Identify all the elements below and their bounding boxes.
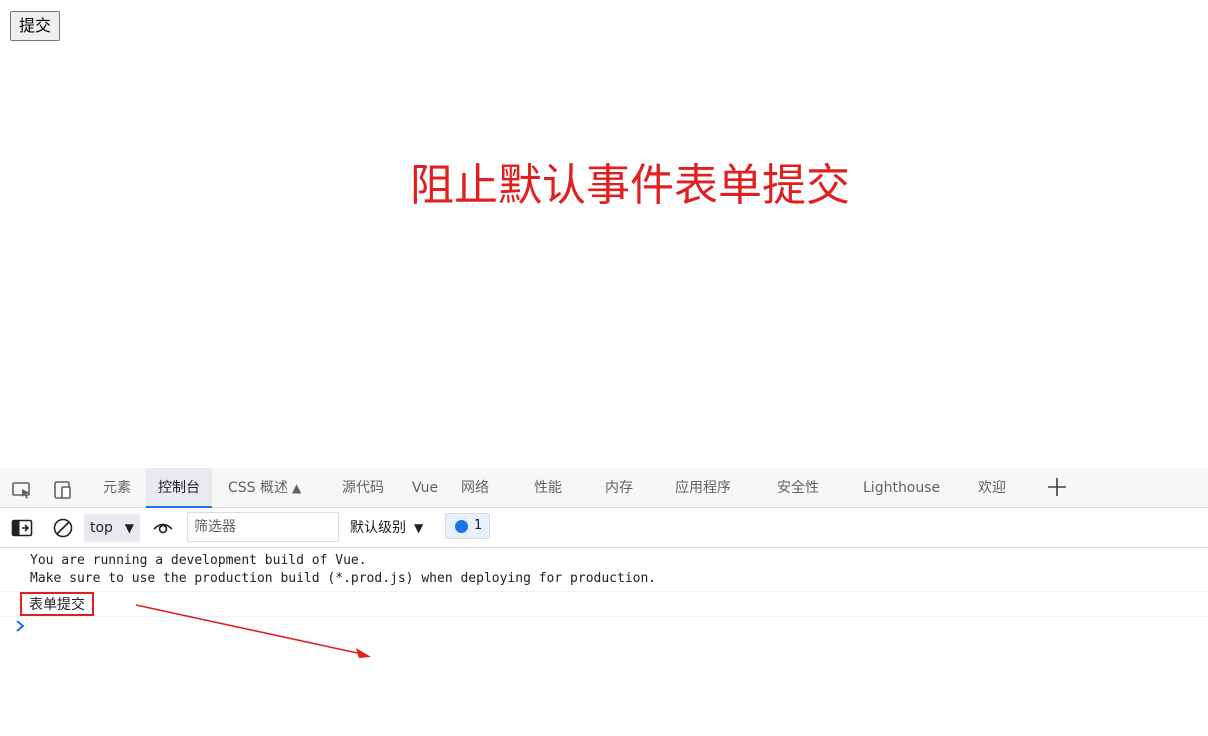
tab-memory[interactable]: 内存 [599,468,639,507]
page-content: 提交 [0,0,1208,468]
console-message-vue-warning: You are running a development build of V… [0,552,1208,592]
tab-welcome[interactable]: 欢迎 [972,468,1012,507]
devtools-tabbar: 元素 控制台 CSS 概述 ▲ 源代码 Vue 网络 性能 内存 应用程序 安全性… [0,468,1208,508]
filter-input[interactable] [187,512,339,542]
chevron-down-icon: ▼ [414,521,424,535]
log-levels-dropdown[interactable]: 默认级别 ▼ [350,514,423,542]
console-message-form-submit: 表单提交 [0,592,1208,617]
console-toolbar: top ▼ 默认级别 ▼ 1 [0,508,1208,548]
tab-console[interactable]: 控制台 [146,468,212,508]
tab-lighthouse[interactable]: Lighthouse [857,468,946,507]
tab-elements[interactable]: 元素 [97,468,137,507]
console-prompt-icon[interactable] [15,620,25,632]
tab-application[interactable]: 应用程序 [669,468,737,507]
tab-performance[interactable]: 性能 [528,468,568,507]
inspect-element-icon[interactable] [11,480,33,500]
tab-css-overview-label: CSS 概述 [228,480,288,496]
issues-counter-button[interactable]: 1 [445,513,490,539]
eye-icon[interactable] [152,520,174,536]
console-message-line: You are running a development build of V… [30,553,367,568]
chevron-down-icon: ▼ [124,521,134,535]
sidebar-toggle-icon[interactable] [11,518,33,538]
issues-count: 1 [474,518,483,533]
tab-network[interactable]: 网络 [455,468,495,507]
tab-sources[interactable]: 源代码 [336,468,390,507]
devtools-panel: 元素 控制台 CSS 概述 ▲ 源代码 Vue 网络 性能 内存 应用程序 安全性… [0,468,1208,736]
console-output: You are running a development build of V… [0,548,1208,736]
beaker-icon: ▲ [292,481,302,495]
add-tab-icon[interactable] [1046,476,1068,498]
log-levels-label: 默认级别 [350,520,406,536]
message-icon [455,520,468,533]
context-label: top [90,520,113,536]
tab-security[interactable]: 安全性 [771,468,825,507]
highlighted-log-message: 表单提交 [20,592,94,616]
console-message-line: Make sure to use the production build (*… [30,571,657,586]
device-toolbar-icon[interactable] [52,480,74,500]
tab-vue[interactable]: Vue [406,468,444,507]
context-selector[interactable]: top ▼ [84,514,140,542]
submit-button[interactable]: 提交 [10,11,61,41]
tab-css-overview[interactable]: CSS 概述 ▲ [222,468,307,507]
clear-console-icon[interactable] [52,517,74,539]
annotation-text: 阻止默认事件表单提交 [410,160,850,211]
